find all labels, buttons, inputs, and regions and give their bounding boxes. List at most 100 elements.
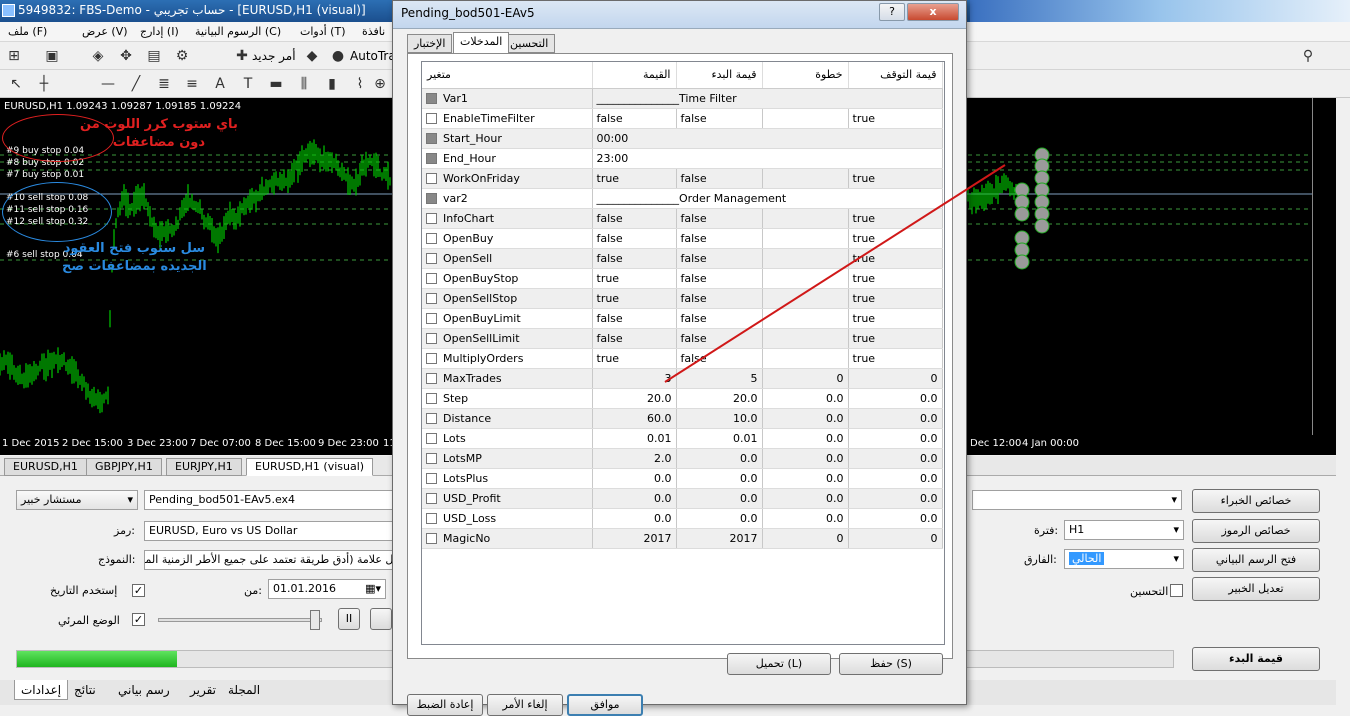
start-cell[interactable]: false	[676, 348, 763, 369]
skip-button[interactable]	[370, 608, 392, 630]
step-cell[interactable]: 0.0	[762, 388, 849, 409]
tab-journal[interactable]: المجلة	[222, 680, 266, 700]
table-row[interactable]: WorkOnFriday true false true	[422, 168, 943, 189]
terminal-icon[interactable]: ▤	[144, 46, 164, 66]
start-cell[interactable]: false	[676, 268, 763, 289]
optimize-checkbox[interactable]	[426, 453, 437, 464]
stop-cell[interactable]: true	[848, 228, 943, 249]
variable-cell[interactable]: MultiplyOrders	[422, 348, 593, 369]
step-cell[interactable]: 0.0	[762, 508, 849, 529]
value-cell[interactable]: false	[592, 208, 677, 229]
step-cell[interactable]	[762, 168, 849, 189]
start-button[interactable]: قيمة البدء	[1192, 647, 1320, 671]
ok-button[interactable]: موافق	[567, 694, 643, 716]
tab-optimization[interactable]: التحسين	[503, 34, 556, 53]
start-cell[interactable]: false	[676, 228, 763, 249]
stop-cell[interactable]: 0.0	[848, 488, 943, 509]
table-row[interactable]: OpenSellStop true false true	[422, 288, 943, 309]
value-cell[interactable]: 23:00	[592, 148, 943, 169]
table-row[interactable]: End_Hour 23:00	[422, 148, 943, 169]
variable-cell[interactable]: Step	[422, 388, 593, 409]
tab-results[interactable]: نتائج	[68, 680, 102, 700]
value-cell[interactable]: false	[592, 228, 677, 249]
optimize-checkbox[interactable]	[426, 313, 437, 324]
start-cell[interactable]: 0.01	[676, 428, 763, 449]
step-cell[interactable]	[762, 268, 849, 289]
start-cell[interactable]: 0.0	[676, 488, 763, 509]
variable-cell[interactable]: Distance	[422, 408, 593, 429]
value-cell[interactable]: 20.0	[592, 388, 677, 409]
fibonacci-icon[interactable]: ≡	[182, 74, 202, 94]
calendar-icon[interactable]: ▦▾	[365, 580, 381, 598]
table-row[interactable]: USD_Profit 0.0 0.0 0.0 0.0	[422, 488, 943, 509]
new-chart-icon[interactable]: ⊞	[4, 46, 24, 66]
tab-report[interactable]: تقرير	[184, 680, 222, 700]
tab-testing[interactable]: الإختبار	[407, 34, 453, 53]
variable-cell[interactable]: End_Hour	[422, 148, 593, 169]
table-row[interactable]: USD_Loss 0.0 0.0 0.0 0.0	[422, 508, 943, 529]
variable-cell[interactable]: MagicNo	[422, 528, 593, 549]
variable-cell[interactable]: OpenBuyLimit	[422, 308, 593, 329]
step-cell[interactable]	[762, 328, 849, 349]
optimize-checkbox[interactable]	[426, 413, 437, 424]
close-button[interactable]: x	[907, 3, 959, 21]
value-cell[interactable]: 0.0	[592, 468, 677, 489]
col-start[interactable]: قيمة البدء	[676, 62, 763, 89]
start-cell[interactable]: false	[676, 208, 763, 229]
table-row[interactable]: EnableTimeFilter false false true	[422, 108, 943, 129]
table-row[interactable]: OpenBuyStop true false true	[422, 268, 943, 289]
col-value[interactable]: القيمة	[592, 62, 677, 89]
new-order-icon[interactable]: ✚	[232, 46, 252, 66]
autotrading-icon[interactable]: ●	[328, 46, 348, 66]
table-row[interactable]: OpenBuy false false true	[422, 228, 943, 249]
optimize-checkbox[interactable]	[426, 213, 437, 224]
variable-cell[interactable]: OpenSellLimit	[422, 328, 593, 349]
crosshair-navigator-icon[interactable]: ✥	[116, 46, 136, 66]
table-row[interactable]: LotsPlus 0.0 0.0 0.0 0.0	[422, 468, 943, 489]
tab-settings[interactable]: إعدادات	[14, 680, 69, 700]
load-button[interactable]: تحميل (L)	[727, 653, 831, 675]
chart-tab-eurusd-visual[interactable]: EURUSD,H1 (visual)	[246, 458, 374, 476]
tab-inputs[interactable]: المدخلات	[453, 32, 510, 54]
variable-cell[interactable]: LotsPlus	[422, 468, 593, 489]
start-cell[interactable]: 20.0	[676, 388, 763, 409]
table-row[interactable]: InfoChart false false true	[422, 208, 943, 229]
market-watch-icon[interactable]: ◈	[88, 46, 108, 66]
stop-cell[interactable]: true	[848, 328, 943, 349]
variable-cell[interactable]: InfoChart	[422, 208, 593, 229]
optimize-checkbox[interactable]	[426, 353, 437, 364]
model-select[interactable]: كل علامة (أدق طريقة تعتمد على جميع الأطر…	[144, 550, 404, 570]
variable-cell[interactable]: var2	[422, 188, 593, 209]
start-cell[interactable]: 5	[676, 368, 763, 389]
variable-cell[interactable]: OpenBuy	[422, 228, 593, 249]
stop-cell[interactable]: true	[848, 348, 943, 369]
from-date-input[interactable]: 01.01.2016 ▦▾	[268, 579, 386, 599]
spread-select[interactable]: الحالي ▾	[1064, 549, 1184, 569]
value-cell[interactable]: 2017	[592, 528, 677, 549]
menu-charts[interactable]: الرسوم البيانية (C)	[195, 25, 281, 38]
optimize-checkbox[interactable]	[426, 253, 437, 264]
optimize-checkbox[interactable]	[426, 293, 437, 304]
variable-cell[interactable]: WorkOnFriday	[422, 168, 593, 189]
value-cell[interactable]: false	[592, 328, 677, 349]
optimize-checkbox[interactable]	[426, 333, 437, 344]
step-cell[interactable]	[762, 108, 849, 129]
expert-type-select[interactable]: مستشار خبير ▾	[16, 490, 138, 510]
table-row[interactable]: MultiplyOrders true false true	[422, 348, 943, 369]
visual-mode-checkbox[interactable]: ✓	[132, 613, 145, 626]
table-row[interactable]: LotsMP 2.0 0.0 0.0 0.0	[422, 448, 943, 469]
stop-cell[interactable]: true	[848, 268, 943, 289]
table-row[interactable]: Start_Hour 00:00	[422, 128, 943, 149]
expert-properties-button[interactable]: خصائص الخبراء	[1192, 489, 1320, 513]
variable-cell[interactable]: MaxTrades	[422, 368, 593, 389]
variable-cell[interactable]: OpenSellStop	[422, 288, 593, 309]
cursor-icon[interactable]: ↖	[6, 74, 26, 94]
table-row[interactable]: Step 20.0 20.0 0.0 0.0	[422, 388, 943, 409]
optimize-checkbox[interactable]	[426, 153, 437, 164]
metaeditor-icon[interactable]: ◆	[302, 46, 322, 66]
menu-file[interactable]: ملف (F)	[8, 25, 47, 38]
value-cell[interactable]: true	[592, 268, 677, 289]
menu-view[interactable]: عرض (V)	[82, 25, 128, 38]
stop-cell[interactable]: 0.0	[848, 468, 943, 489]
period-select[interactable]: H1 ▾	[1064, 520, 1184, 540]
